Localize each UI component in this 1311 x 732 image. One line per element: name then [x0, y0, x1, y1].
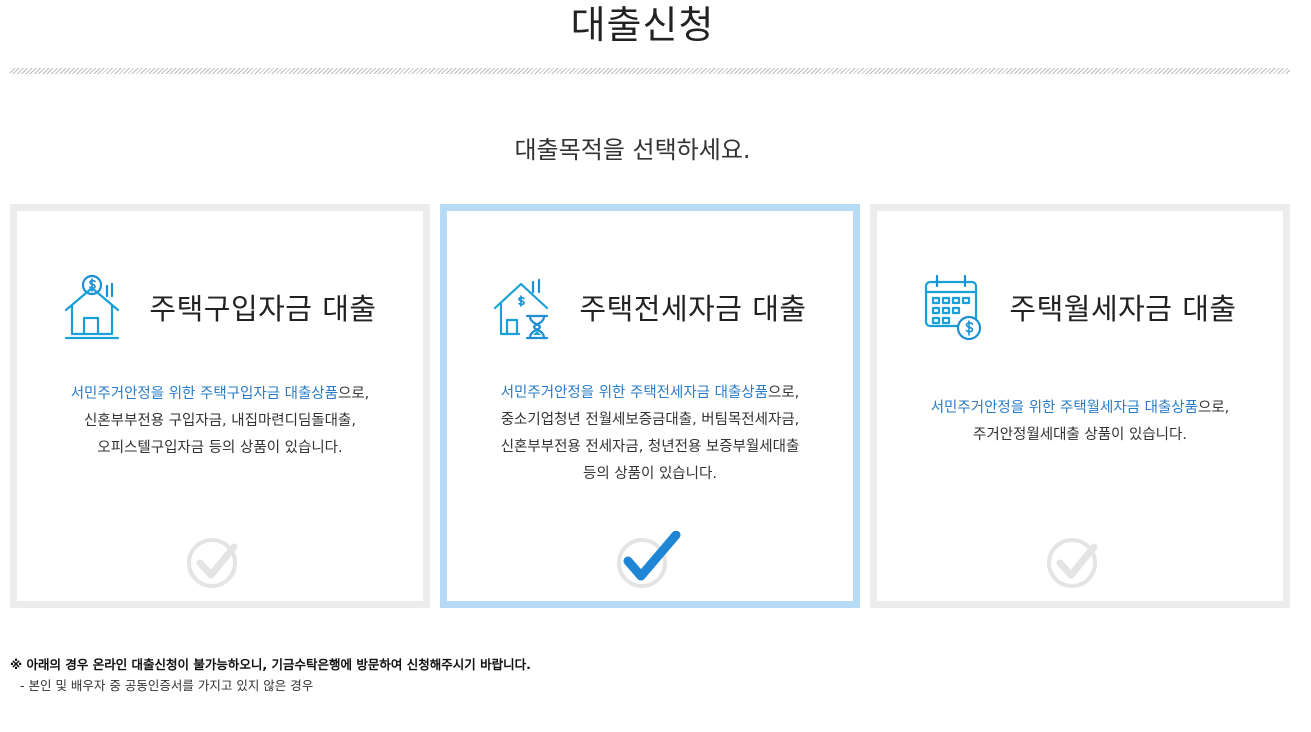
loan-card-purchase[interactable]: 주택구입자금 대출 서민주거안정을 위한 주택구입자금 대출상품으로, 신혼부부…	[10, 204, 430, 608]
card-desc-line-2: 중소기업청년 전월세보증금대출, 버팀목전세자금,	[500, 412, 800, 428]
card-desc-line-2: 주거안정월세대출 상품이 있습니다.	[973, 427, 1187, 443]
house-hourglass-icon	[494, 278, 549, 340]
page-subtitle: 대출목적을 선택하세요.	[514, 136, 751, 164]
card-desc-highlight: 서민주거안정을 위한 주택구입자금 대출상품	[70, 386, 338, 402]
card-desc-highlight: 서민주거안정을 위한 주택월세자금 대출상품	[930, 400, 1198, 416]
card-header: 주택구입자금 대출	[17, 267, 423, 347]
card-description: 서민주거안정을 위한 주택전세자금 대출상품으로, 중소기업청년 전월세보증금대…	[457, 380, 843, 488]
card-description: 서민주거안정을 위한 주택월세자금 대출상품으로, 주거안정월세대출 상품이 있…	[887, 395, 1273, 449]
card-header: 주택전세자금 대출	[447, 267, 853, 347]
card-desc-line-2: 신혼부부전용 구입자금, 내집마련디딤돌대출,	[84, 413, 356, 429]
card-description: 서민주거안정을 위한 주택구입자금 대출상품으로, 신혼부부전용 구입자금, 내…	[27, 381, 413, 462]
card-desc-suffix: 으로,	[338, 386, 370, 402]
notice: ※ 아래의 경우 온라인 대출신청이 불가능하오니, 기금수탁은행에 방문하여 …	[10, 654, 531, 696]
card-title: 주택월세자금 대출	[1009, 292, 1237, 326]
card-title: 주택전세자금 대출	[579, 292, 807, 326]
page-title: 대출신청	[570, 3, 715, 47]
check-icon	[1047, 538, 1098, 588]
card-desc-line-4: 등의 상품이 있습니다.	[583, 466, 717, 482]
notice-condition: - 본인 및 배우자 중 공동인증서를 가지고 있지 않은 경우	[20, 678, 314, 693]
check-icon	[187, 538, 238, 588]
title-divider	[10, 68, 1290, 74]
notice-warning: ※ 아래의 경우 온라인 대출신청이 불가능하오니, 기금수탁은행에 방문하여 …	[10, 657, 531, 672]
check-icon-active	[617, 531, 681, 588]
card-header: 주택월세자금 대출	[877, 267, 1283, 347]
card-desc-line-1: 서민주거안정을 위한 주택구입자금 대출상품으로,	[27, 381, 413, 408]
card-desc-suffix: 으로,	[1198, 400, 1230, 416]
card-desc-suffix: 으로,	[768, 385, 800, 401]
card-desc-line-1: 서민주거안정을 위한 주택전세자금 대출상품으로,	[457, 380, 843, 407]
card-desc-line-1: 서민주거안정을 위한 주택월세자금 대출상품으로,	[887, 395, 1273, 422]
card-desc-highlight: 서민주거안정을 위한 주택전세자금 대출상품	[500, 385, 768, 401]
card-desc-line-3: 오피스텔구입자금 등의 상품이 있습니다.	[97, 440, 343, 456]
loan-card-monthly-rent[interactable]: 주택월세자금 대출 서민주거안정을 위한 주택월세자금 대출상품으로, 주거안정…	[870, 204, 1290, 608]
loan-card-jeonse[interactable]: 주택전세자금 대출 서민주거안정을 위한 주택전세자금 대출상품으로, 중소기업…	[440, 204, 860, 608]
card-desc-line-3: 신혼부부전용 전세자금, 청년전용 보증부월세대출	[500, 439, 800, 455]
calendar-dollar-icon	[925, 274, 982, 341]
card-title: 주택구입자금 대출	[149, 292, 377, 326]
house-dollar-icon	[65, 274, 120, 340]
